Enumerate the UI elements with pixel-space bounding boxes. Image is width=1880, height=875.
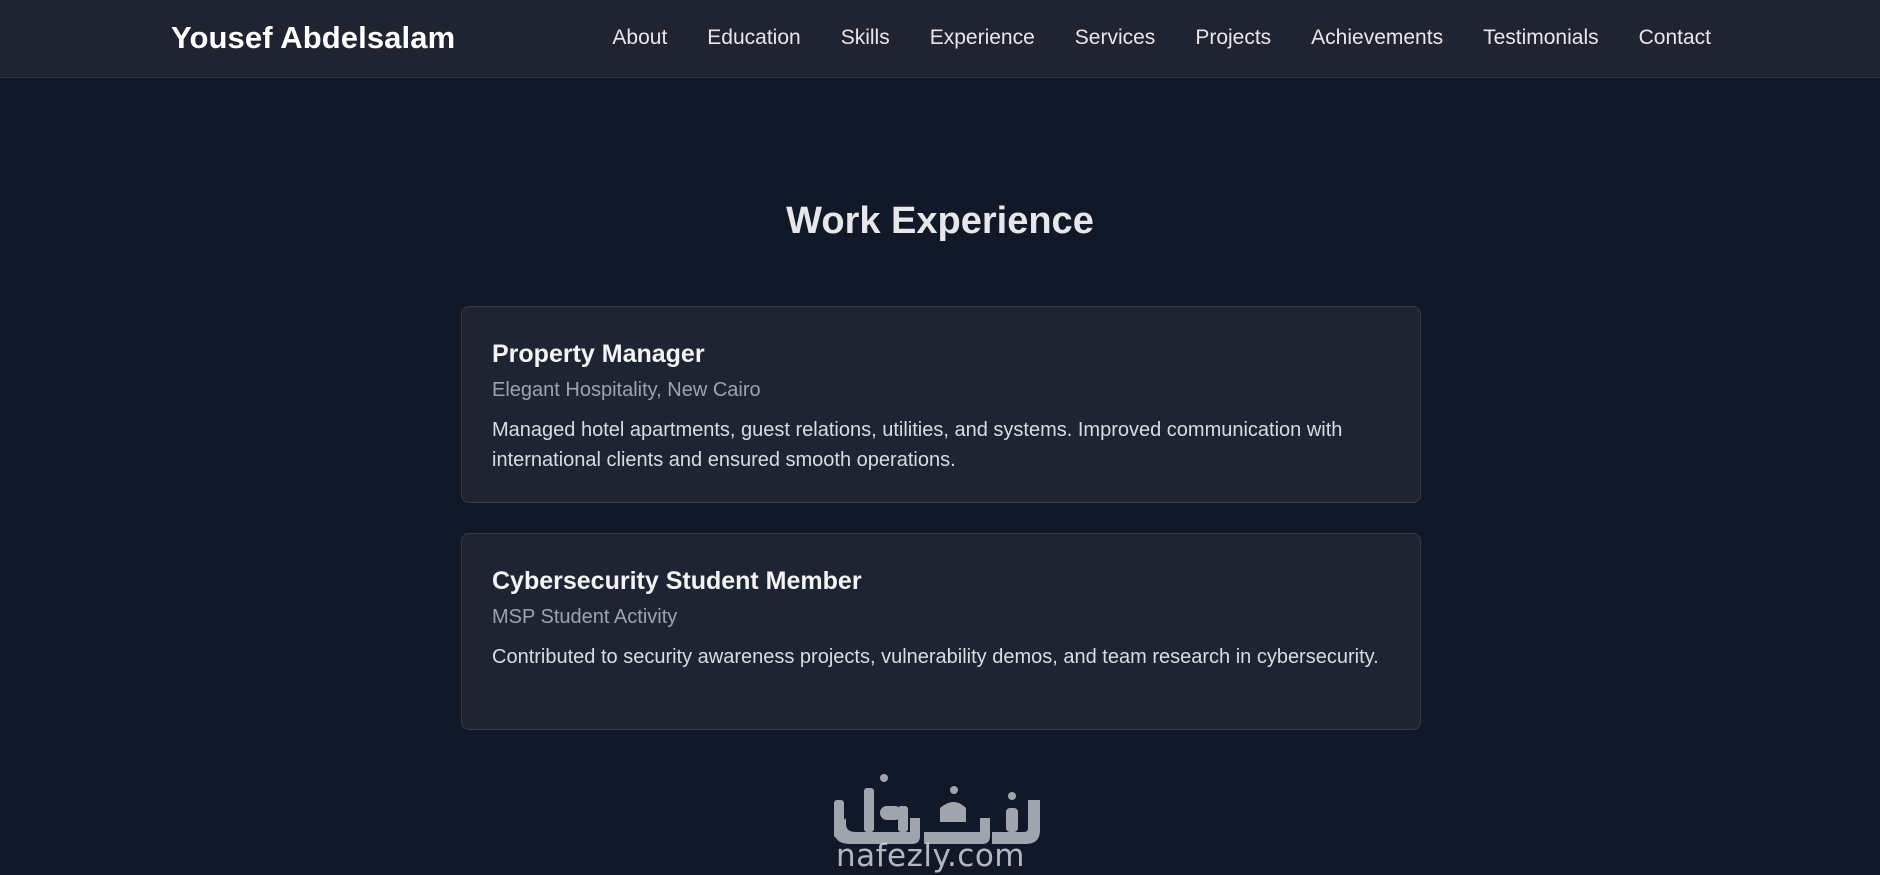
experience-company: MSP Student Activity	[492, 606, 678, 628]
nav-link-education[interactable]: Education	[707, 26, 800, 50]
nav-link-contact[interactable]: Contact	[1639, 26, 1711, 50]
nav-link-about[interactable]: About	[612, 26, 667, 50]
brand-logo-text[interactable]: Yousef Abdelsalam	[171, 20, 455, 56]
nav-links: About Education Skills Experience Servic…	[612, 26, 1711, 50]
nav-link-projects[interactable]: Projects	[1195, 26, 1271, 50]
experience-role: Property Manager	[492, 340, 705, 368]
experience-card: Property Manager Elegant Hospitality, Ne…	[461, 306, 1421, 503]
watermark-domain: nafezly.com	[836, 838, 1026, 874]
experience-role: Cybersecurity Student Member	[492, 567, 862, 595]
experience-description: Contributed to security awareness projec…	[492, 646, 1379, 668]
nav-link-experience[interactable]: Experience	[930, 26, 1035, 50]
nav-link-services[interactable]: Services	[1075, 26, 1156, 50]
experience-company: Elegant Hospitality, New Cairo	[492, 379, 761, 401]
nav-link-achievements[interactable]: Achievements	[1311, 26, 1443, 50]
section-title: Work Experience	[786, 200, 1094, 242]
experience-description: Managed hotel apartments, guest relation…	[492, 419, 1343, 471]
nav-link-skills[interactable]: Skills	[841, 26, 890, 50]
nav-link-testimonials[interactable]: Testimonials	[1483, 26, 1599, 50]
experience-card: Cybersecurity Student Member MSP Student…	[461, 533, 1421, 730]
top-navbar: Yousef Abdelsalam About Education Skills…	[0, 0, 1880, 78]
